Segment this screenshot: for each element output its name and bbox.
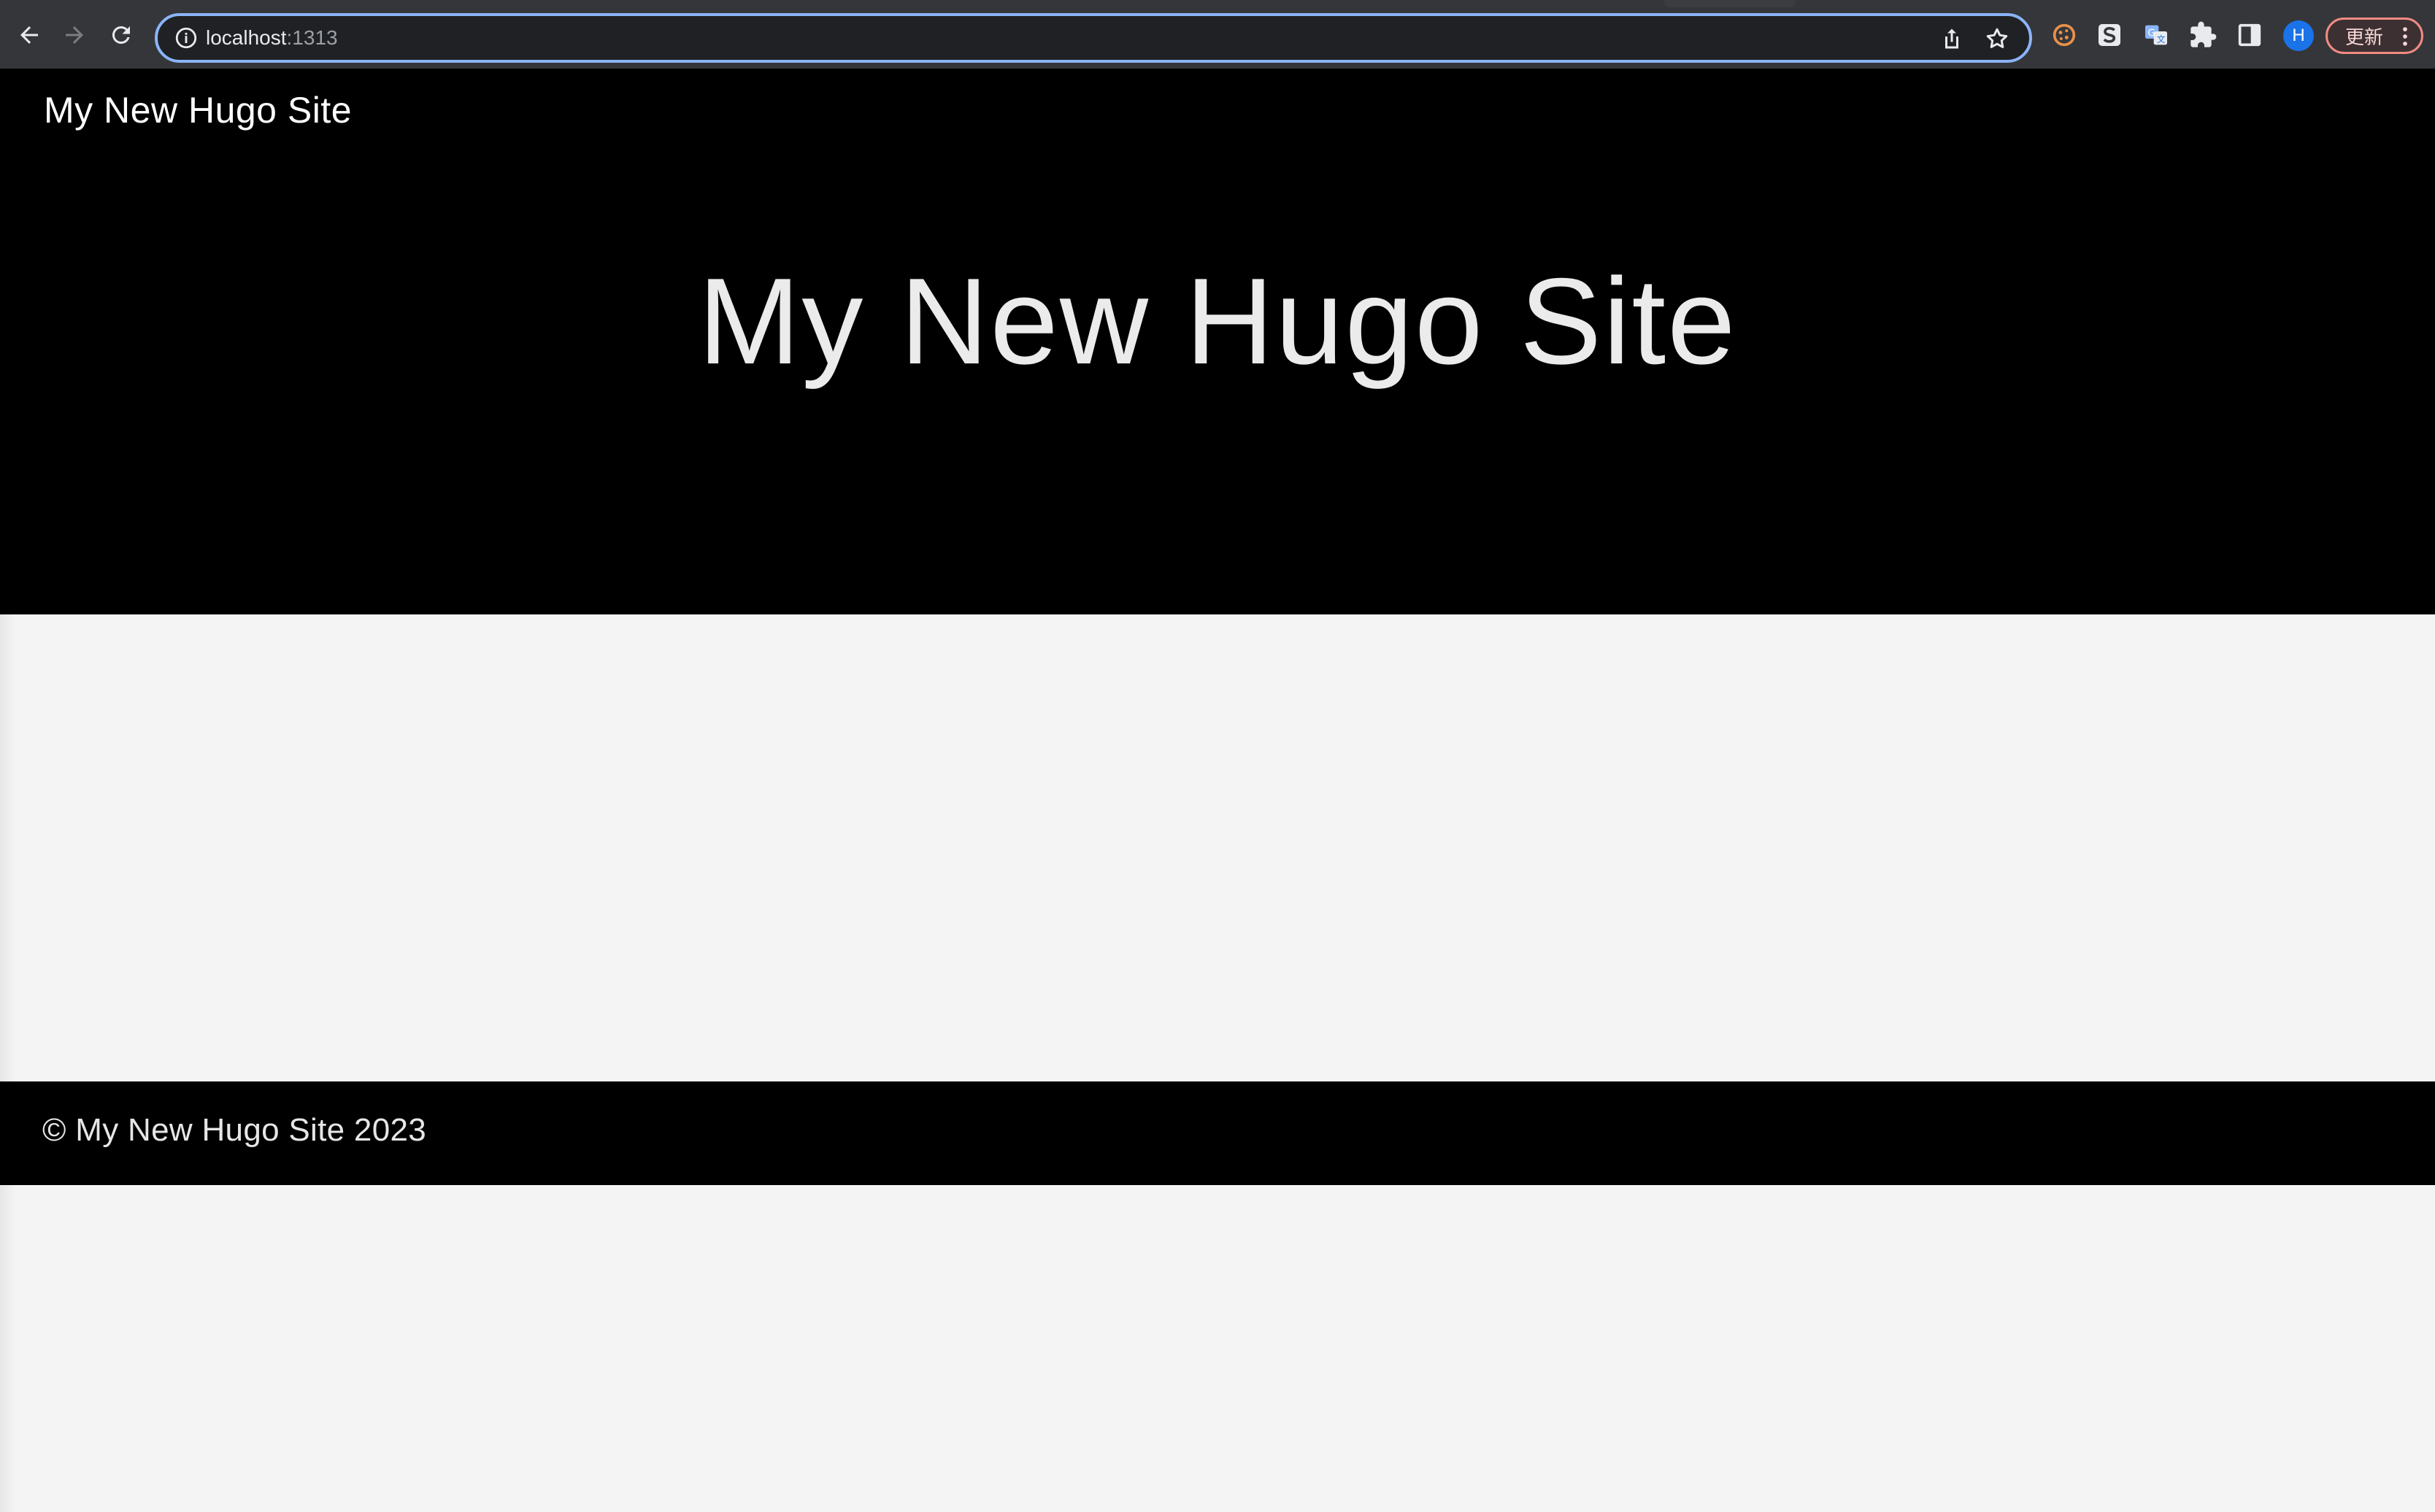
- info-icon[interactable]: [174, 26, 199, 50]
- profile-initial: H: [2292, 26, 2305, 45]
- svg-text:G: G: [2147, 28, 2155, 39]
- extensions-button[interactable]: [2187, 19, 2219, 51]
- translate-extension-button[interactable]: G 文: [2140, 19, 2172, 51]
- forward-button[interactable]: [54, 15, 95, 55]
- star-icon[interactable]: [1984, 26, 2010, 52]
- s-extension-icon: [2099, 24, 2120, 46]
- main-content: [0, 614, 2435, 1081]
- more-vert-icon: [2403, 27, 2407, 46]
- reload-button[interactable]: [101, 15, 142, 55]
- update-label: 更新: [2345, 26, 2384, 48]
- share-icon[interactable]: [1939, 26, 1965, 52]
- side-panel-button[interactable]: [2234, 19, 2266, 51]
- arrow-right-icon: [66, 26, 83, 44]
- page-background: [0, 1185, 2435, 1512]
- browser-toolbar: localhost:1313 G 文 H 更新: [0, 0, 2435, 69]
- side-panel-icon: [2238, 23, 2261, 47]
- s-extension-button[interactable]: [2093, 19, 2126, 51]
- cookie-icon: [2053, 23, 2076, 47]
- arrow-left-icon: [20, 26, 38, 44]
- scroll-shadow: [0, 1185, 16, 1512]
- cookie-extension-button[interactable]: [2048, 19, 2080, 51]
- site-footer: © My New Hugo Site 2023: [0, 1081, 2435, 1185]
- translate-icon: G 文: [2145, 25, 2167, 45]
- site-nav-title-link[interactable]: My New Hugo Site: [44, 89, 352, 131]
- address-bar[interactable]: localhost:1313: [155, 13, 2032, 63]
- footer-copyright: © My New Hugo Site 2023: [42, 1112, 427, 1148]
- reload-icon: [112, 26, 130, 44]
- svg-text:文: 文: [2157, 34, 2166, 45]
- puzzle-icon: [2190, 21, 2217, 47]
- url-host: localhost: [206, 26, 287, 49]
- scroll-shadow: [0, 614, 16, 1081]
- url-text[interactable]: localhost:1313: [206, 25, 338, 51]
- site-header: My New Hugo Site My New Hugo Site: [0, 69, 2435, 614]
- profile-avatar[interactable]: H: [2283, 20, 2314, 51]
- hero-title: My New Hugo Site: [698, 252, 1737, 390]
- back-button[interactable]: [9, 15, 50, 55]
- tab-strip-edge: [1664, 0, 1796, 7]
- url-port: :1313: [286, 26, 338, 49]
- update-button[interactable]: 更新: [2326, 18, 2423, 54]
